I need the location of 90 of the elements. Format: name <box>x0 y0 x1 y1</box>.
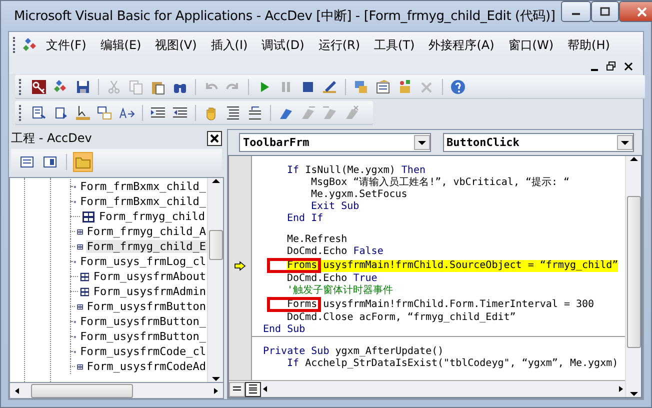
tree-item[interactable]: Form_frmyg_child <box>98 210 206 223</box>
scroll-right-icon <box>212 388 220 394</box>
menu-item[interactable]: 工具(T) <box>367 34 422 56</box>
key-icon <box>31 78 47 94</box>
code-line: Forms usysfrmMain!frmChild.Form.TimerInterval = 300 <box>287 298 594 310</box>
window-title: Microsoft Visual Basic for Applications - AccDev [中断] - [Form_frmyg_child_Edit (代码)] <box>14 8 556 25</box>
tree-item[interactable]: Form_frmBxmx_child_ <box>79 195 207 208</box>
scroll-left-icon <box>261 386 269 392</box>
procedure-view-button[interactable] <box>229 382 245 396</box>
code-line: End If <box>287 213 324 225</box>
tree-item[interactable]: Form_usys_frmLog_cl <box>79 255 207 268</box>
lines-icon <box>232 385 242 393</box>
code-line: Private Sub ygxm_AfterUpdate() <box>263 346 444 358</box>
code-line: Me.ygxm.SetFocus <box>311 189 408 201</box>
project-icon <box>353 78 369 94</box>
menu-item[interactable]: 运行(R) <box>311 34 368 56</box>
help-icon <box>450 78 466 94</box>
properties-icon <box>375 78 391 94</box>
lines-icon <box>225 104 241 120</box>
shapes-box-icon <box>397 78 413 94</box>
dropdown-arrow-icon <box>418 140 426 146</box>
menu-item[interactable]: 窗口(W) <box>501 34 561 56</box>
outdent-icon <box>172 104 188 120</box>
tree-item[interactable]: Form_usysfrmButton <box>86 300 207 313</box>
minimize-icon <box>591 69 598 71</box>
code-line: Exit Sub <box>311 201 360 213</box>
tree-item[interactable]: Form_usysfrmCodeAd <box>86 360 207 373</box>
tree-item[interactable]: Form_frmyg_child_A <box>86 225 207 238</box>
code-line: Me.Refresh <box>287 234 348 246</box>
windows-icon <box>97 104 113 120</box>
tree-item[interactable]: Form_frmyg_child_E <box>86 240 207 253</box>
full-module-view-button[interactable] <box>245 382 261 396</box>
execution-arrow-icon <box>234 260 246 270</box>
code-line: DoCmd.Echo True <box>287 273 378 284</box>
scroll-up-icon <box>212 178 220 184</box>
ruler-pencil-icon <box>322 78 338 94</box>
object-dropdown[interactable]: ToolbarFrm <box>239 133 430 152</box>
close-icon <box>210 134 219 142</box>
close-button[interactable] <box>207 130 222 146</box>
indent-icon <box>150 104 166 120</box>
minimize-button[interactable] <box>561 1 592 22</box>
menu-item[interactable]: 调试(D) <box>254 34 312 56</box>
code-line: '触发子窗体计时器事件 <box>287 285 394 297</box>
menu-item[interactable]: 视图(V) <box>148 34 204 56</box>
panel-title: 工程 - AccDev <box>11 130 92 146</box>
lines-icon <box>248 384 258 394</box>
code-line: If IsNull(Me.ygxm) Then <box>287 165 426 176</box>
code-line: DoCmd.Echo False <box>287 246 384 258</box>
scissors-icon <box>106 78 122 94</box>
tree-item[interactable]: Form_usysfrmCode_cl <box>79 345 207 358</box>
code-line: MsgBox “请输入员工姓名!”, vbCritical, “提示: “ <box>311 177 570 189</box>
restore-icon <box>606 61 616 71</box>
copy-icon <box>128 78 144 94</box>
scroll-left-icon <box>13 388 21 394</box>
tree-item[interactable]: Form_usysfrmAdmin <box>92 285 207 298</box>
code-line: End Sub <box>263 324 306 336</box>
code-line: If Acchelp_StrDataIsExist("tblCodeyg", “ygxm”, Me.ygxm) <box>287 358 618 370</box>
shapes-icon <box>21 36 39 54</box>
tree-item[interactable]: Form_usysfrmAbout <box>92 270 207 283</box>
dropdown-arrow-icon <box>621 140 629 146</box>
scroll-down-icon <box>630 391 638 397</box>
tree-item[interactable]: Form_usysfrmButton_ <box>79 330 207 343</box>
close-icon <box>624 62 633 70</box>
menu-item[interactable]: 帮助(H) <box>560 34 617 56</box>
list-properties-icon <box>31 104 47 120</box>
procedure-dropdown[interactable]: ButtonClick <box>442 133 634 152</box>
flag-arrow-icon <box>300 104 316 120</box>
maximize-icon <box>600 7 610 16</box>
shapes-icon <box>53 78 69 94</box>
scrollbar-thumb[interactable] <box>626 196 640 348</box>
save-icon <box>75 78 91 94</box>
menu-item[interactable]: 编辑(E) <box>93 34 148 56</box>
code-line: DoCmd.Close acForm, “frmyg_child_Edit” <box>287 312 516 324</box>
menu-item[interactable]: 外接程序(A) <box>422 34 502 56</box>
list-constants-icon <box>53 104 69 120</box>
tree-item[interactable]: Form_frmBxmx_child_ <box>79 180 207 193</box>
flag-cross-icon <box>344 104 360 120</box>
scrollbar-thumb[interactable] <box>208 230 222 260</box>
menu-item[interactable]: 插入(I) <box>204 34 255 56</box>
tree-item[interactable]: Form_usysfrmButton_ <box>79 315 207 328</box>
maximize-button[interactable] <box>591 1 620 22</box>
cursor-ruler-icon <box>75 104 91 120</box>
toggle-folders-button[interactable] <box>73 152 93 172</box>
flag-arrow-icon <box>322 104 338 120</box>
close-icon <box>637 6 648 16</box>
scroll-right-icon <box>617 386 625 392</box>
menu-item[interactable]: 文件(F) <box>39 34 94 56</box>
lines-return-icon <box>247 104 263 120</box>
scrollbar-thumb[interactable] <box>30 384 132 398</box>
scroll-up-icon <box>630 156 638 162</box>
